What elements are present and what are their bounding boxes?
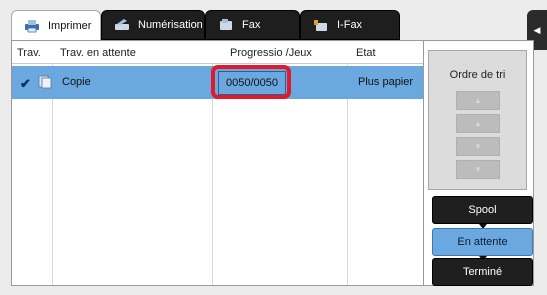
tab-fax[interactable]: Fax: [205, 10, 300, 40]
scanner-icon: [114, 18, 130, 32]
copy-document-icon: [38, 75, 52, 89]
internet-fax-icon: [313, 18, 329, 32]
tab-print[interactable]: Imprimer: [11, 10, 101, 41]
tab-fax-label: Fax: [242, 19, 261, 31]
job-name: Copie: [62, 76, 91, 88]
tab-scan[interactable]: Numérisation: [101, 10, 205, 40]
tab-print-label: Imprimer: [48, 20, 92, 32]
job-status-screen: Imprimer Numérisation Fax I-Fax ◀ Trav. …: [0, 0, 547, 295]
waiting-button[interactable]: En attente: [432, 228, 533, 256]
tab-scan-label: Numérisation: [138, 19, 203, 31]
sort-down-button[interactable]: ▲: [456, 114, 500, 133]
completed-button[interactable]: Terminé: [432, 258, 533, 286]
fax-icon: [218, 18, 234, 32]
sort-order-title: Ordre de tri: [449, 69, 506, 81]
sort-bottom-button[interactable]: ▼: [456, 160, 500, 179]
checkmark-icon: ✔: [20, 76, 31, 91]
header-state: Etat: [356, 47, 376, 59]
job-state: Plus papier: [358, 76, 414, 88]
header-waiting-jobs: Trav. en attente: [60, 47, 136, 59]
header-progress: Progressio /Jeux: [230, 47, 312, 59]
header-job-type: Trav.: [17, 47, 41, 59]
sort-top-button[interactable]: ▼: [456, 137, 500, 156]
progress-highlight-callout: [211, 65, 291, 99]
spool-button[interactable]: Spool: [432, 196, 533, 224]
tab-ifax-label: I-Fax: [337, 19, 363, 31]
sort-up-button[interactable]: ▲: [456, 91, 500, 110]
printer-icon: [24, 19, 40, 33]
header-divider: [12, 63, 423, 64]
sort-order-panel: Ordre de tri ▲ ▲ ▼ ▼: [428, 50, 527, 190]
tab-ifax[interactable]: I-Fax: [300, 10, 400, 40]
